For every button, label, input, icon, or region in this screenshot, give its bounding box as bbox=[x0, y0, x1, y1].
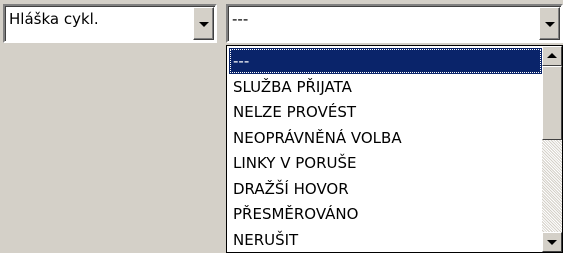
combobox-value: Hláška cykl. bbox=[9, 10, 99, 28]
list-item[interactable]: LINKY V PORUŠE bbox=[229, 150, 542, 176]
announcement-type-combobox[interactable]: Hláška cykl. bbox=[3, 4, 217, 43]
dropdown-list[interactable]: --- SLUŽBA PŘIJATA NELZE PROVÉST NEOPRÁV… bbox=[226, 45, 563, 253]
dropdown-button[interactable] bbox=[193, 7, 214, 40]
combobox-value: --- bbox=[232, 10, 249, 28]
list-item[interactable]: NELZE PROVÉST bbox=[229, 99, 542, 125]
list-item[interactable]: NERUŠIT bbox=[229, 227, 542, 253]
chevron-up-icon bbox=[547, 53, 557, 58]
list-item[interactable]: DRAŽŠÍ HOVOR bbox=[229, 176, 542, 202]
list-item[interactable]: PŘESMĚROVÁNO bbox=[229, 201, 542, 227]
announcement-combobox[interactable]: --- bbox=[226, 4, 563, 43]
scroll-down-button[interactable] bbox=[542, 232, 562, 252]
option-list: --- SLUŽBA PŘIJATA NELZE PROVÉST NEOPRÁV… bbox=[229, 48, 542, 252]
list-item[interactable]: NEOPRÁVNĚNÁ VOLBA bbox=[229, 125, 542, 151]
list-item[interactable]: --- bbox=[229, 48, 542, 74]
vertical-scrollbar[interactable] bbox=[542, 46, 562, 252]
scroll-thumb[interactable] bbox=[542, 66, 562, 140]
combobox-frame bbox=[228, 6, 561, 41]
scroll-up-button[interactable] bbox=[542, 46, 562, 66]
list-item[interactable]: SLUŽBA PŘIJATA bbox=[229, 74, 542, 100]
chevron-down-icon bbox=[547, 240, 557, 245]
chevron-down-icon bbox=[544, 21, 555, 27]
chevron-down-icon bbox=[198, 21, 209, 27]
dropdown-button[interactable] bbox=[539, 7, 560, 40]
